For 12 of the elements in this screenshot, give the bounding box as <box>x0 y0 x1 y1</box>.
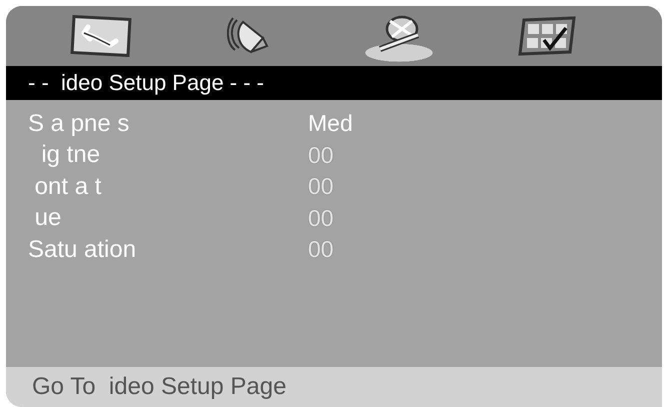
status-text: Go To ideo Setup Page <box>32 373 286 401</box>
setting-value: 00 <box>308 142 334 169</box>
setting-label[interactable]: Satu ation <box>28 236 308 264</box>
setting-label[interactable]: S a pne s <box>28 110 308 138</box>
setting-label[interactable]: ont a t <box>28 172 308 201</box>
setting-value: 00 <box>308 236 334 264</box>
setting-value: 00 <box>308 204 334 232</box>
setting-value: Med <box>308 110 353 138</box>
setting-label[interactable]: ig tne <box>28 141 308 170</box>
setting-value: 00 <box>308 173 334 200</box>
setting-label[interactable]: ue <box>28 204 308 232</box>
page-title: - - ideo Setup Page - - - <box>6 66 662 100</box>
